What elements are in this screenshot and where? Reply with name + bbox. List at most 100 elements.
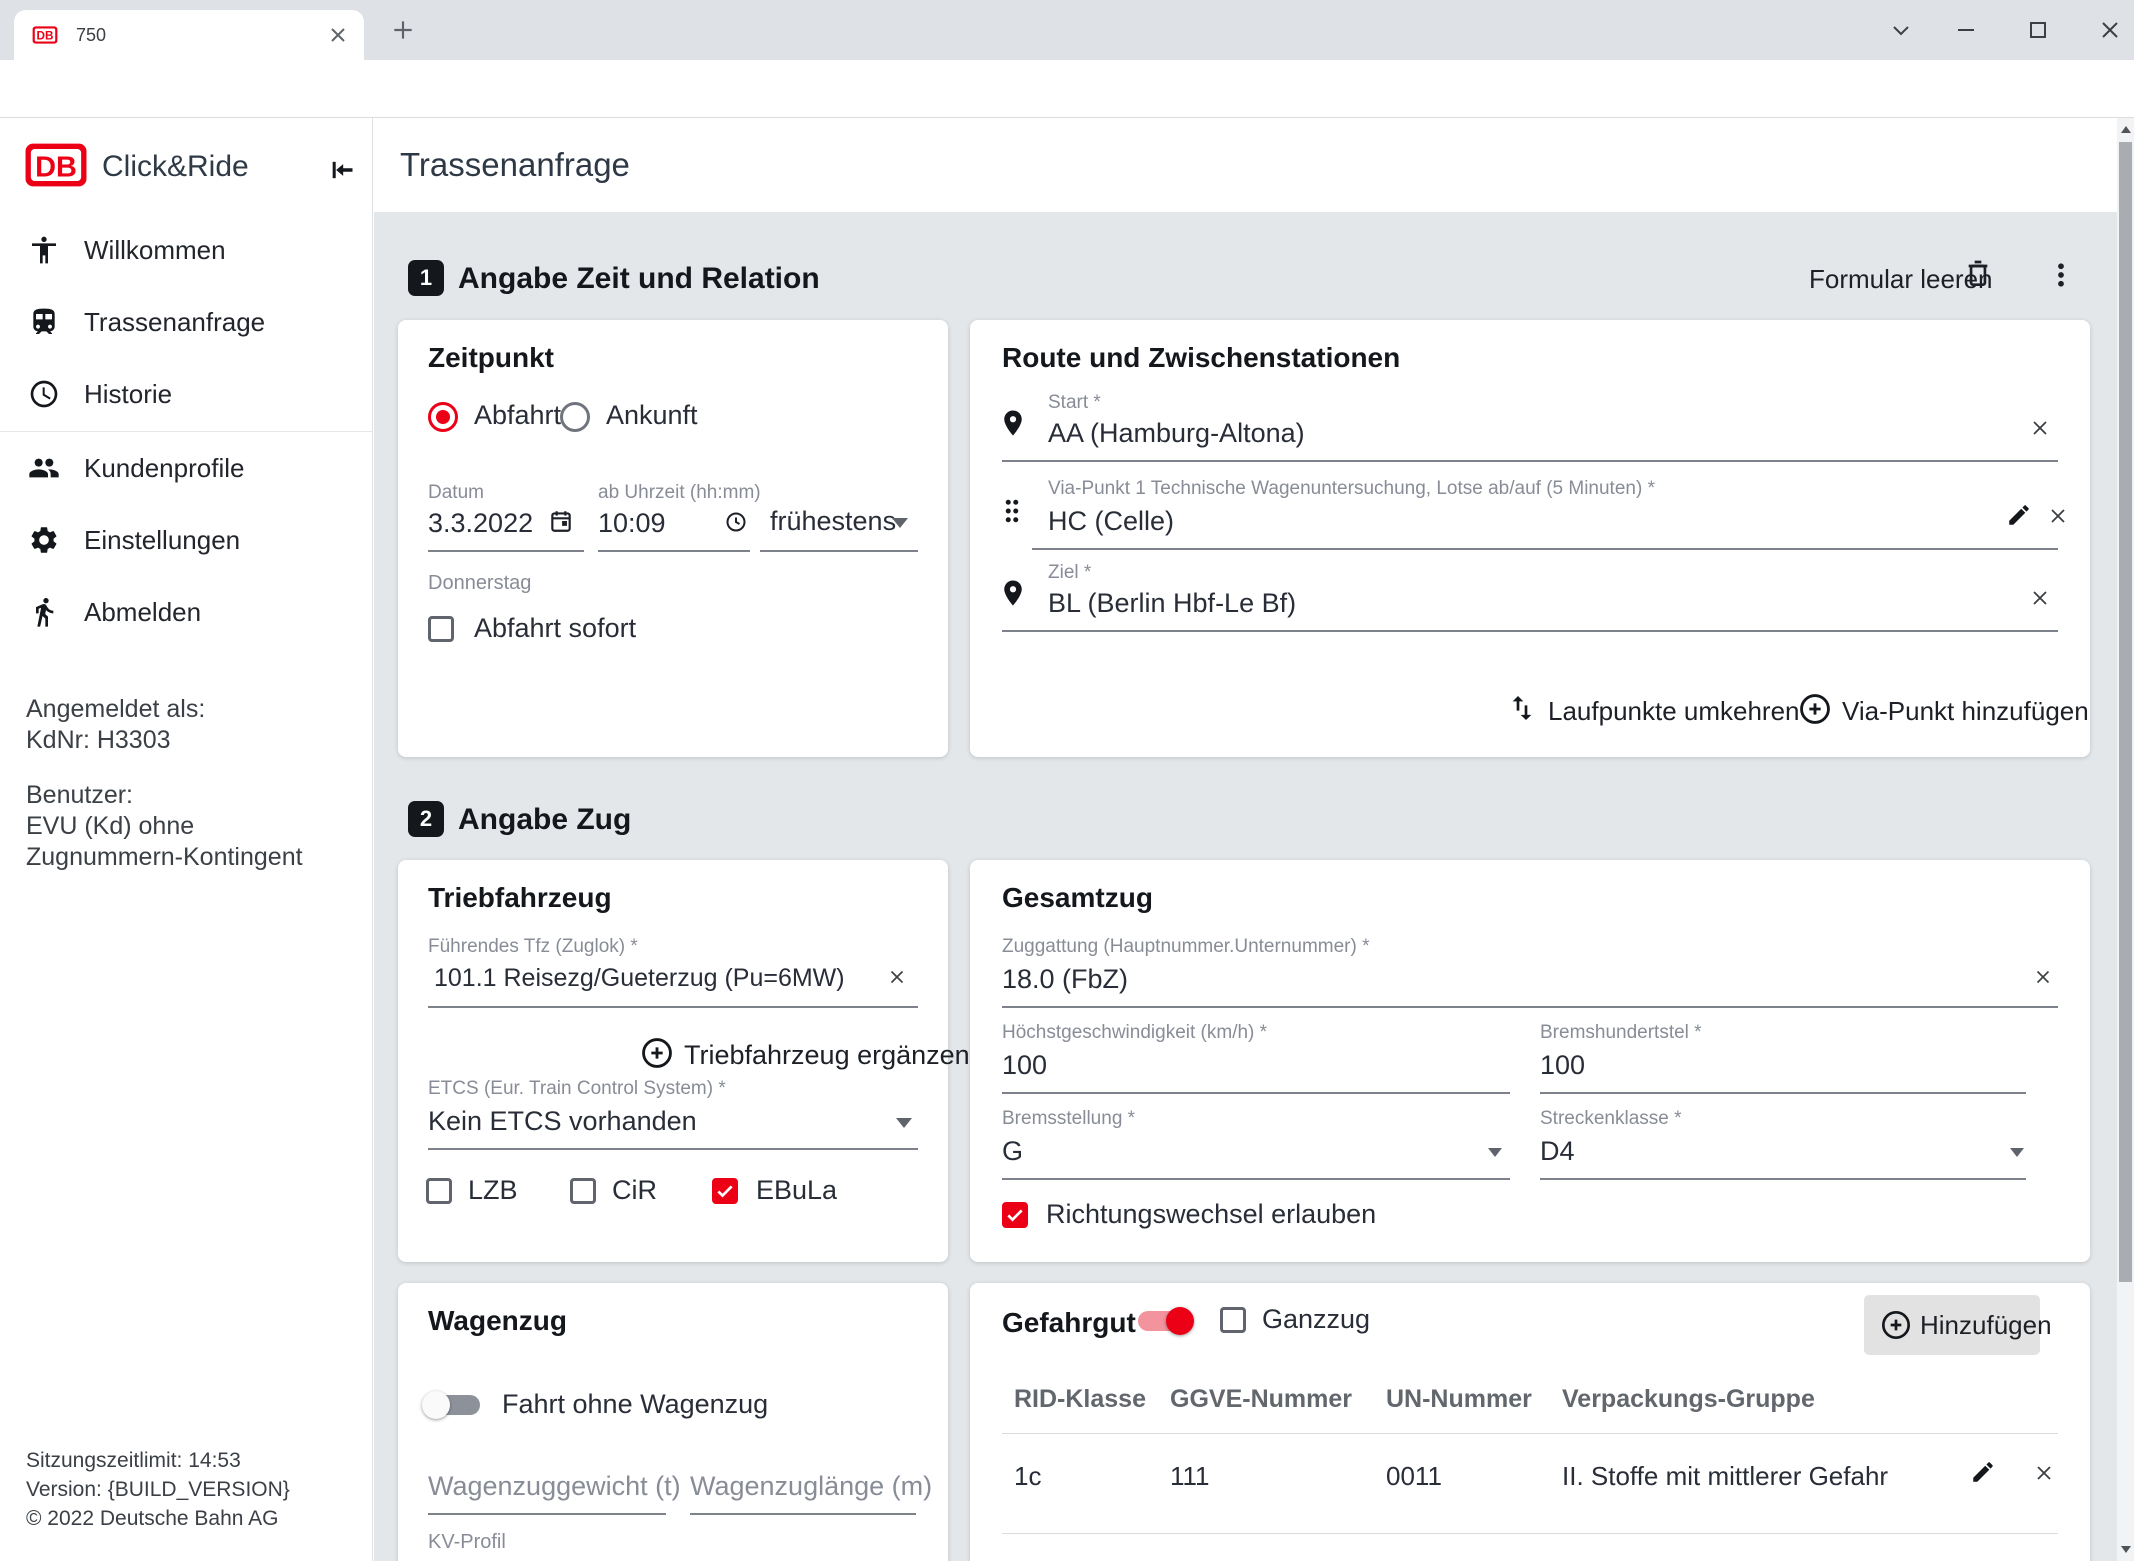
sidebar-item-willkommen[interactable]: Willkommen <box>0 229 373 271</box>
zuggattung-label: Zuggattung (Hauptnummer.Unternummer) * <box>1002 936 1370 958</box>
ziel-input[interactable]: BL (Berlin Hbf-Le Bf) <box>1048 588 1296 619</box>
trash-icon[interactable] <box>1962 258 1994 290</box>
time-mode-select[interactable]: frühestens <box>770 506 896 537</box>
laenge-underline <box>690 1513 916 1515</box>
add-tfz-icon[interactable] <box>640 1036 674 1070</box>
ziel-label: Ziel * <box>1048 562 1091 584</box>
datum-underline <box>428 550 584 552</box>
add-tfz-button[interactable]: Triebfahrzeug ergänzen <box>684 1040 970 1071</box>
lzb-label[interactable]: LZB <box>468 1175 518 1206</box>
clear-zuggattung-icon[interactable] <box>2032 966 2054 988</box>
abfahrt-radio[interactable] <box>428 402 458 432</box>
cell-ggve: 111 <box>1170 1461 1210 1492</box>
sidebar-item-abmelden[interactable]: Abmelden <box>0 591 373 633</box>
chevron-down-icon[interactable] <box>2010 1148 2024 1157</box>
tab-close-icon[interactable] <box>326 23 350 47</box>
sidebar-item-kundenprofile[interactable]: Kundenprofile <box>0 447 373 489</box>
invert-route-icon[interactable] <box>1506 692 1538 724</box>
edit-row-icon[interactable] <box>1970 1459 1996 1485</box>
sidebar-item-label: Trassenanfrage <box>84 301 265 343</box>
hinzufuegen-button[interactable]: Hinzufügen <box>1864 1295 2040 1355</box>
speed-input[interactable]: 100 <box>1002 1050 1047 1081</box>
clear-via-icon[interactable] <box>2046 504 2070 528</box>
sidebar-item-einstellungen[interactable]: Einstellungen <box>0 519 373 561</box>
chevron-down-icon[interactable] <box>896 1118 912 1128</box>
richtungswechsel-checkbox[interactable] <box>1002 1202 1028 1228</box>
user-info: Benutzer: EVU (Kd) ohne Zugnummern-Konti… <box>26 780 356 873</box>
drag-handle-icon[interactable] <box>1002 496 1022 526</box>
cell-un: 0011 <box>1386 1461 1442 1492</box>
scroll-down-icon[interactable] <box>2121 1546 2131 1553</box>
clear-ziel-icon[interactable] <box>2028 586 2052 610</box>
gefahrgut-toggle[interactable] <box>1138 1311 1190 1331</box>
toggle-knob[interactable] <box>422 1391 450 1419</box>
sidebar-item-historie[interactable]: Historie <box>0 373 373 415</box>
zuggattung-underline <box>1002 1006 2058 1008</box>
cir-checkbox[interactable] <box>570 1178 596 1204</box>
close-window-icon[interactable] <box>2094 14 2126 46</box>
calendar-icon[interactable] <box>548 508 574 534</box>
ebula-label[interactable]: EBuLa <box>756 1175 837 1206</box>
toggle-knob[interactable] <box>1166 1307 1194 1335</box>
add-icon <box>1880 1309 1912 1341</box>
logged-in-label: Angemeldet als: <box>26 694 356 725</box>
streckenklasse-select[interactable]: D4 <box>1540 1136 1575 1167</box>
zuggattung-input[interactable]: 18.0 (FbZ) <box>1002 964 1128 995</box>
ganzzug-checkbox[interactable] <box>1220 1307 1246 1333</box>
abfahrt-radio-label[interactable]: Abfahrt <box>474 400 561 431</box>
etcs-underline <box>428 1148 918 1150</box>
streckenklasse-label: Streckenklasse * <box>1540 1108 1682 1130</box>
ohne-wagenzug-label[interactable]: Fahrt ohne Wagenzug <box>502 1389 768 1420</box>
new-tab-icon[interactable] <box>390 17 416 43</box>
minimize-icon[interactable] <box>1950 14 1982 46</box>
bremsstellung-select[interactable]: G <box>1002 1136 1023 1167</box>
delete-row-icon[interactable] <box>2032 1461 2056 1485</box>
chevron-down-icon[interactable] <box>1488 1148 1502 1157</box>
richtungswechsel-label[interactable]: Richtungswechsel erlauben <box>1046 1199 1376 1230</box>
time-icon[interactable] <box>724 510 748 534</box>
start-input[interactable]: AA (Hamburg-Altona) <box>1048 418 1305 449</box>
db-favicon: DB <box>32 25 58 45</box>
browser-tab[interactable]: DB 750 <box>14 10 364 60</box>
etcs-select[interactable]: Kein ETCS vorhanden <box>428 1106 697 1137</box>
section2-badge: 2 <box>408 801 444 837</box>
abfahrt-sofort-checkbox[interactable] <box>428 616 454 642</box>
tab-search-icon[interactable] <box>1885 14 1917 46</box>
sidebar-item-trassenanfrage[interactable]: Trassenanfrage <box>0 301 373 343</box>
clear-start-icon[interactable] <box>2028 416 2052 440</box>
cir-label[interactable]: CiR <box>612 1175 657 1206</box>
maximize-icon[interactable] <box>2022 14 2054 46</box>
edit-via-icon[interactable] <box>2006 502 2032 528</box>
col-header-un: UN-Nummer <box>1386 1385 1532 1414</box>
chevron-down-icon[interactable] <box>892 518 908 528</box>
brems-input[interactable]: 100 <box>1540 1050 1585 1081</box>
ankunft-radio[interactable] <box>560 402 590 432</box>
ebula-checkbox[interactable] <box>712 1178 738 1204</box>
via-input[interactable]: HC (Celle) <box>1048 506 1174 537</box>
ganzzug-label[interactable]: Ganzzug <box>1262 1304 1370 1335</box>
ankunft-radio-label[interactable]: Ankunft <box>606 400 698 431</box>
triebfahrzeug-title: Triebfahrzeug <box>428 882 612 914</box>
gewicht-underline <box>428 1513 666 1515</box>
section1-badge: 1 <box>408 260 444 296</box>
uhrzeit-input[interactable]: 10:09 <box>598 508 666 539</box>
wagenzuggewicht-input[interactable]: Wagenzuggewicht (t) <box>428 1471 681 1502</box>
svg-text:DB: DB <box>37 30 54 43</box>
lzb-checkbox[interactable] <box>426 1178 452 1204</box>
browser-window: DB 750 <box>0 0 2134 1561</box>
collapse-sidebar-icon[interactable] <box>328 156 356 184</box>
scroll-up-icon[interactable] <box>2121 126 2131 133</box>
clear-tfz-icon[interactable] <box>886 966 908 988</box>
via-underline <box>1032 548 2058 550</box>
wagenzuglaenge-input[interactable]: Wagenzuglänge (m) <box>690 1471 932 1502</box>
abfahrt-sofort-label[interactable]: Abfahrt sofort <box>474 613 636 644</box>
add-via-button[interactable]: Via-Punkt hinzufügen <box>1842 696 2089 727</box>
datum-input[interactable]: 3.3.2022 <box>428 508 533 539</box>
brems-label: Bremshundertstel * <box>1540 1022 1702 1044</box>
scrollbar-thumb[interactable] <box>2119 142 2132 1282</box>
invert-route-button[interactable]: Laufpunkte umkehren <box>1548 696 1800 727</box>
tfz-input[interactable]: 101.1 Reisezg/Gueterzug (Pu=6MW) <box>434 964 845 993</box>
ohne-wagenzug-toggle[interactable] <box>428 1395 480 1415</box>
section-menu-icon[interactable] <box>2046 260 2076 290</box>
add-via-icon[interactable] <box>1798 692 1832 726</box>
